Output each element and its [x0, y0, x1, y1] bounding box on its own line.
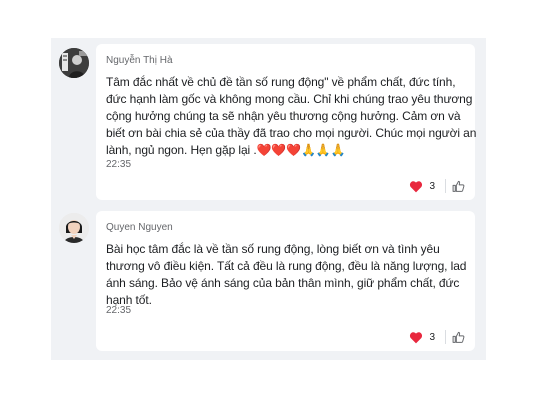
reaction-count: 3 — [429, 180, 435, 192]
avatar[interactable] — [59, 48, 89, 78]
comment-text: Bài học tâm đắc là về tần số rung động, … — [106, 241, 466, 309]
comment-bubble: Nguyễn Thị Hà Tâm đắc nhất về chủ đề tần… — [96, 44, 477, 200]
comment-text-line: biết ơn bài chia sẻ của thầy đã trao cho… — [106, 126, 477, 140]
comment-author[interactable]: Quyen Nguyen — [106, 222, 173, 233]
avatar-photo-icon — [59, 48, 89, 78]
reaction-summary[interactable]: 3 — [409, 329, 465, 345]
reaction-count: 3 — [429, 331, 435, 343]
comment-text-line: hạnh tốt. — [106, 293, 152, 307]
thumbs-up-icon[interactable] — [452, 331, 465, 344]
thumbs-up-icon[interactable] — [452, 180, 465, 193]
heart-icon — [410, 331, 423, 343]
comment-text-line: ánh sáng. Bảo vệ ánh sáng của bản thân m… — [106, 276, 460, 290]
comments-panel: Nguyễn Thị Hà Tâm đắc nhất về chủ đề tần… — [51, 38, 486, 360]
comment-author[interactable]: Nguyễn Thị Hà — [106, 55, 173, 66]
comment-text-line: lành, ngủ ngon. Hẹn gặp lại .❤️❤️❤️🙏🙏🙏 — [106, 143, 346, 157]
comment-text-line: thương vô điều kiện. Tất cả đều là rung … — [106, 259, 467, 273]
comment-timestamp[interactable]: 22:35 — [106, 159, 131, 170]
reaction-summary[interactable]: 3 — [409, 178, 465, 194]
heart-icon — [410, 180, 423, 192]
comment-timestamp[interactable]: 22:35 — [106, 305, 131, 316]
divider — [445, 330, 446, 344]
comment-text-line: cộng hưởng chúng ta sẽ nhận yêu thương c… — [106, 109, 461, 123]
comment-bubble: Quyen Nguyen Bài học tâm đắc là về tần s… — [96, 211, 475, 351]
comment-text-line: Bài học tâm đắc là về tần số rung động, … — [106, 242, 440, 256]
divider — [445, 179, 446, 193]
comment-text-line: Tâm đắc nhất về chủ đề tần số rung động"… — [106, 75, 456, 89]
avatar-photo-icon — [59, 213, 89, 243]
avatar[interactable] — [59, 213, 89, 243]
comment-text-line: đức hạnh làm gốc và không mong cầu. Chỉ … — [106, 92, 473, 106]
comment-text: Tâm đắc nhất về chủ đề tần số rung động"… — [106, 74, 477, 159]
